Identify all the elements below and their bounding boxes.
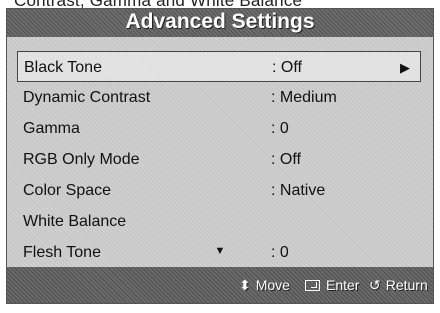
settings-list: Black Tone : Off ▶ Dynamic Contrast : Me… xyxy=(17,51,421,268)
menu-item-rgb-only-mode[interactable]: RGB Only Mode : Off xyxy=(17,144,421,175)
menu-item-black-tone[interactable]: Black Tone : Off ▶ xyxy=(17,51,421,82)
move-arrows-icon: ⬍ xyxy=(239,277,251,293)
enter-hint: Enter xyxy=(305,267,359,303)
menu-item-dynamic-contrast[interactable]: Dynamic Contrast : Medium xyxy=(17,82,421,113)
item-label: Color Space xyxy=(23,182,112,199)
menu-item-color-space[interactable]: Color Space : Native xyxy=(17,175,421,206)
advanced-settings-dialog: Advanced Settings Black Tone : Off ▶ Dyn… xyxy=(6,8,434,304)
menu-item-gamma[interactable]: Gamma : 0 xyxy=(17,113,421,144)
move-hint: ⬍ Move xyxy=(239,267,290,303)
return-hint: ↺ Return xyxy=(369,267,428,303)
item-value: : Off xyxy=(271,151,301,168)
move-label: Move xyxy=(255,277,290,293)
submenu-arrow-icon: ▶ xyxy=(400,60,410,75)
item-label: White Balance xyxy=(23,213,127,230)
dialog-title: Advanced Settings xyxy=(7,9,433,37)
item-value: : Medium xyxy=(271,89,337,106)
return-label: Return xyxy=(385,277,428,293)
item-label: Dynamic Contrast xyxy=(23,89,151,106)
enter-icon xyxy=(305,280,320,291)
button-guide-bar: ⬍ Move Enter ↺ Return xyxy=(7,267,433,303)
return-icon: ↺ xyxy=(369,277,381,293)
scroll-down-icon[interactable]: ▼ xyxy=(7,245,433,257)
item-value: : Off xyxy=(272,59,302,76)
enter-label: Enter xyxy=(326,277,360,293)
item-label: Black Tone xyxy=(24,59,102,76)
item-value: : 0 xyxy=(271,120,289,137)
item-label: RGB Only Mode xyxy=(23,151,140,168)
item-value: : Native xyxy=(271,182,326,199)
item-label: Gamma xyxy=(23,120,80,137)
menu-item-white-balance[interactable]: White Balance xyxy=(17,206,421,237)
